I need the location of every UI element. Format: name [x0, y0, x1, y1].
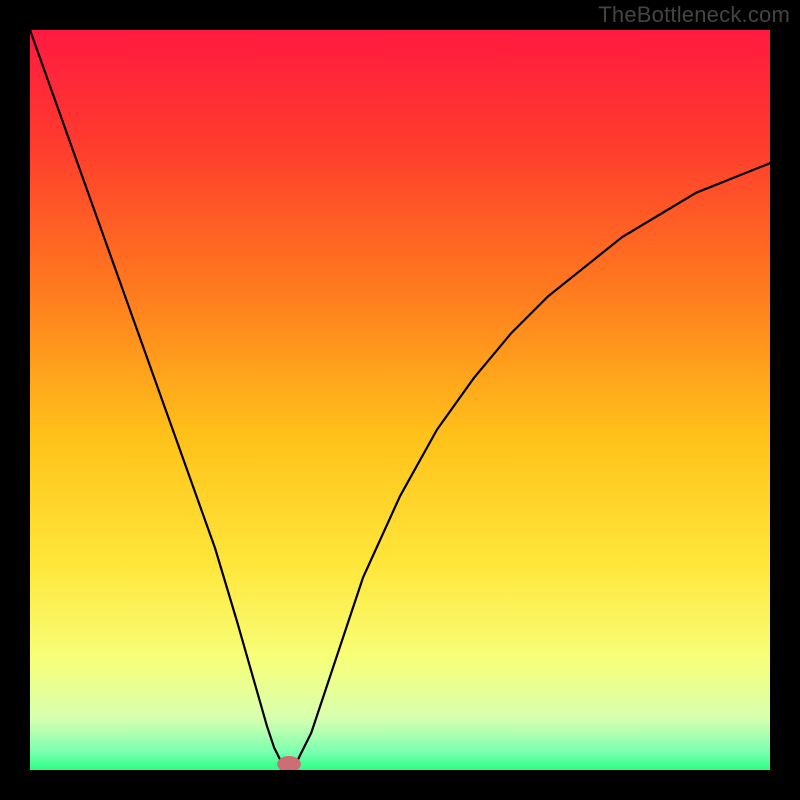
gradient-background — [30, 30, 770, 770]
plot-area — [30, 30, 770, 770]
watermark-text: TheBottleneck.com — [598, 2, 790, 28]
chart-container: TheBottleneck.com — [0, 0, 800, 800]
chart-svg — [30, 30, 770, 770]
